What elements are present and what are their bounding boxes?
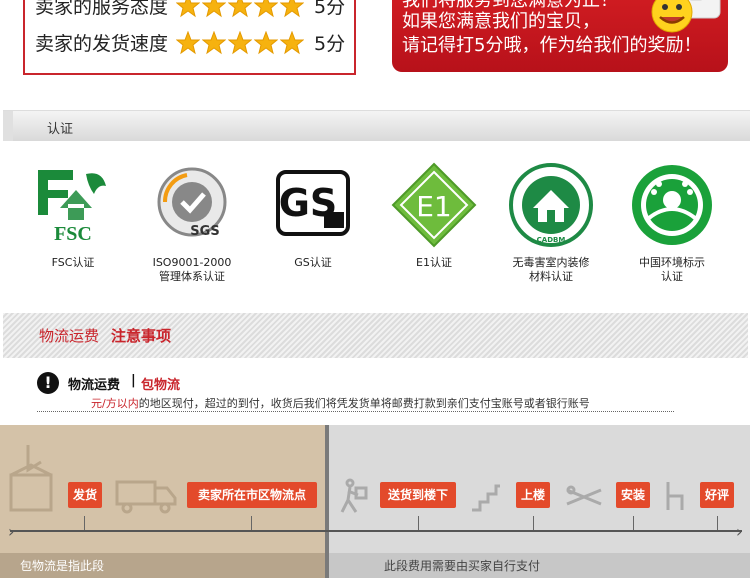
cert-item-iso9001: SGS ISO9001-2000 管理体系认证 [137, 160, 247, 284]
rating-row-service: 卖家的服务态度 5分 [35, 0, 345, 19]
cadbm-icon: CADBM [509, 163, 593, 247]
star-icon [254, 0, 279, 17]
svg-text:FSC: FSC [54, 223, 92, 245]
tools-icon [566, 485, 602, 506]
certification-header: 认证 [3, 110, 750, 141]
notice-separator: | [131, 373, 136, 388]
cert-caption: 无毒害室内装修 材料认证 [512, 256, 590, 283]
star-icon [228, 0, 253, 17]
notice-label: 物流运费 [68, 378, 121, 393]
logistics-title: 物流运费 [39, 327, 100, 345]
sgs-icon: SGS [157, 167, 227, 239]
star-icon [280, 0, 305, 17]
star-rating [176, 0, 306, 18]
cert-item-china-environmental: 中国环境标示 认证 [617, 160, 727, 284]
gs-icon: GS [276, 170, 350, 236]
rating-score: 5分 [314, 33, 346, 55]
flow-step-deliver-downstairs: 送货到楼下 [380, 482, 456, 508]
stairs-icon [472, 484, 500, 512]
footer-text: 此段费用需要由买家自行支付 [384, 559, 541, 573]
cert-item-fsc: FSC FSC认证 [18, 160, 128, 270]
cert-caption: 中国环境标示 认证 [639, 256, 705, 283]
logistics-subtitle: 注意事项 [111, 327, 172, 345]
cert-item-e1: E1 E1认证 [379, 160, 489, 270]
flow-timeline [10, 530, 742, 532]
footer-text: 包物流是指此段 [20, 559, 105, 573]
flow-step-install: 安装 [616, 482, 650, 508]
cert-item-cadbm: CADBM 无毒害室内装修 材料认证 [496, 160, 606, 284]
section-title: 认证 [47, 122, 74, 137]
flow-step-review: 好评 [700, 482, 734, 508]
notice-desc-text: 的地区现付，超过的到付，收货后我们将凭发货单将邮费打款到亲们支付宝账号或者银行账… [138, 397, 590, 410]
cert-caption: GS认证 [294, 256, 332, 269]
star-icon [202, 30, 227, 54]
rating-score: 5分 [314, 0, 346, 18]
rating-row-shipping: 卖家的发货速度 5分 [35, 29, 345, 56]
svg-text:E1: E1 [416, 190, 452, 223]
exclamation-icon: ! [37, 372, 59, 394]
banner-line-2: 如果您满意我们的宝贝， [402, 11, 600, 32]
chevron-right-icon: › [736, 522, 743, 541]
star-icon [228, 30, 253, 54]
flow-footer-seller: 包物流是指此段 [0, 553, 325, 578]
thumbs-up-smiley-icon [651, 0, 721, 33]
box-icon [9, 445, 53, 512]
notice-description: 元/方以内的地区现付，超过的到付，收货后我们将凭发货单将邮费打款到亲们支付宝账号… [91, 395, 590, 411]
seller-rating-box: 卖家的服务态度 5分 卖家的发货速度 5分 [23, 0, 356, 75]
flow-footer-buyer: 此段费用需要由买家自行支付 [329, 553, 750, 578]
logistics-header: 物流运费 注意事项 [3, 313, 748, 358]
dotted-divider [37, 411, 674, 412]
star-icon [254, 30, 279, 54]
cert-caption: FSC认证 [51, 256, 95, 269]
star-rating [176, 30, 306, 55]
star-icon [202, 0, 227, 17]
fsc-icon: FSC [38, 170, 106, 245]
cert-caption: E1认证 [416, 256, 452, 269]
cert-caption: ISO9001-2000 管理体系认证 [152, 256, 232, 283]
flow-step-upstairs: 上楼 [516, 482, 550, 508]
svg-text:SGS: SGS [190, 224, 219, 239]
review-reminder-banner: 我们将服务到您满意为止！ 如果您满意我们的宝贝， 请记得打5分哦，作为给我们的奖… [392, 0, 728, 72]
chevron-right-icon: › [8, 522, 15, 541]
star-icon [280, 30, 305, 54]
notice-desc-highlight: 元/方以内 [91, 397, 139, 410]
notice-highlight: 包物流 [141, 378, 181, 393]
shipping-notice: ! 物流运费 | 包物流 元/方以内的地区现付，超过的到付，收货后我们将凭发货单… [37, 370, 677, 414]
star-icon [176, 30, 201, 54]
rating-label: 卖家的发货速度 [35, 33, 169, 55]
rating-label: 卖家的服务态度 [35, 0, 169, 18]
thumbs-up-icon [666, 482, 684, 510]
svg-text:CADBM: CADBM [537, 236, 566, 244]
flow-step-local-depot: 卖家所在市区物流点 [187, 482, 317, 508]
cert-item-gs: GS GS认证 [258, 160, 368, 270]
china-environmental-icon [632, 165, 712, 245]
star-icon [176, 0, 201, 17]
flow-step-ship: 发货 [68, 482, 102, 508]
truck-icon [115, 480, 177, 514]
carrier-person-icon [340, 478, 368, 513]
e1-icon: E1 [391, 162, 477, 248]
